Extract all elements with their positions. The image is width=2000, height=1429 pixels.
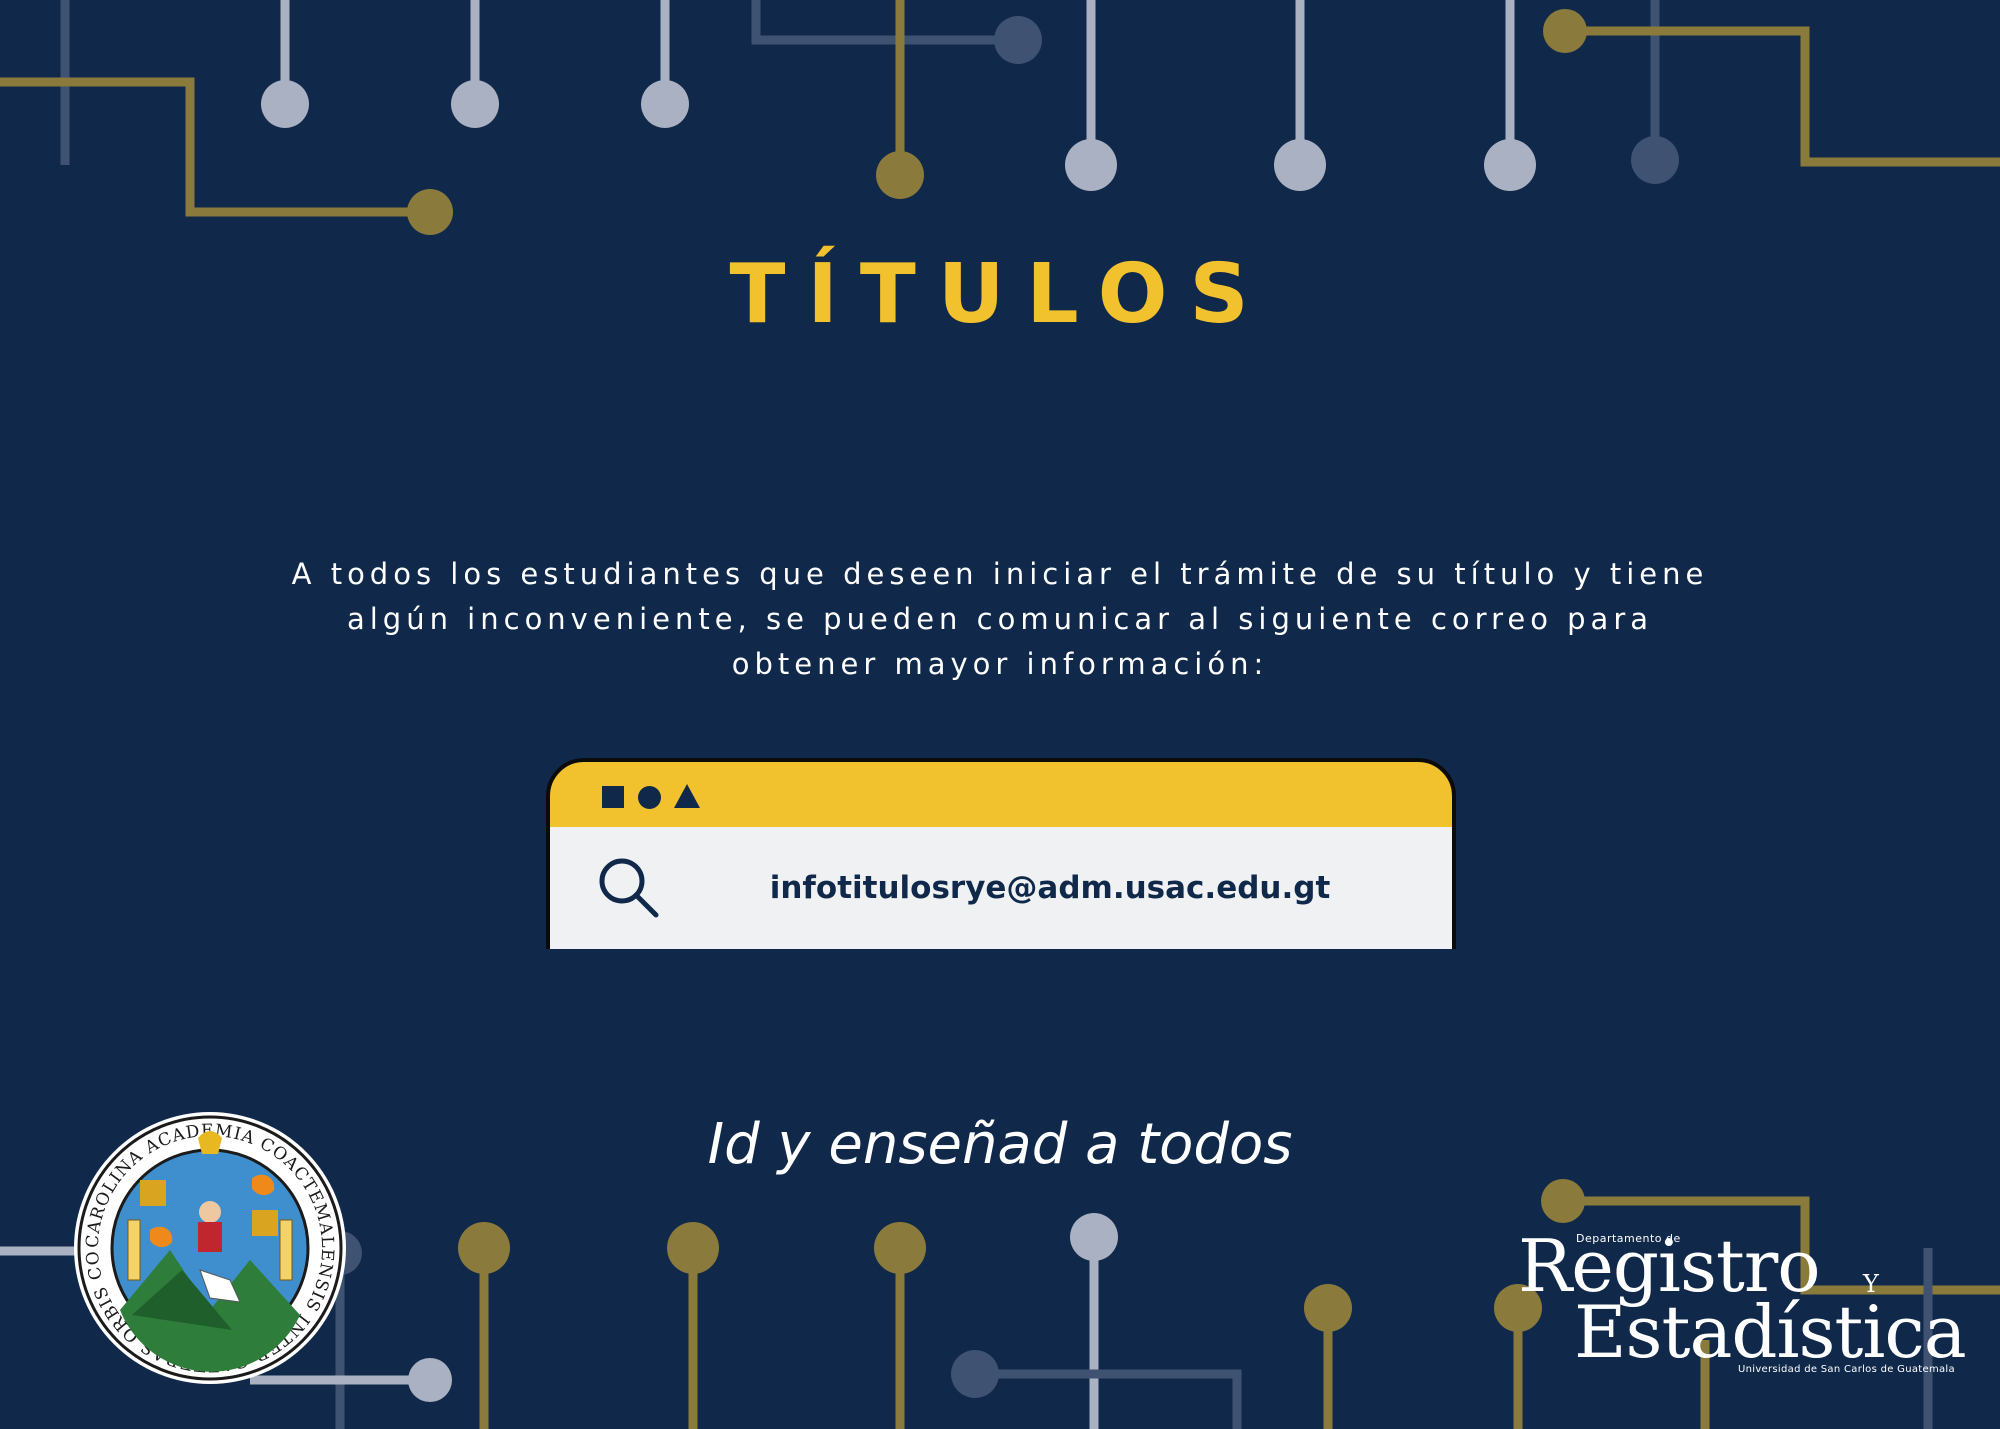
page-title: TÍTULOS <box>729 247 1271 342</box>
triangle-icon <box>674 784 700 808</box>
window-title-bar <box>546 758 1456 831</box>
search-field: infotitulosrye@adm.usac.edu.gt <box>546 827 1456 949</box>
university-seal: CAROLINA ACADEMIA COACTEMALENSIS INTER C… <box>72 1110 346 1384</box>
square-icon <box>602 786 624 808</box>
circle-icon <box>638 786 661 809</box>
dept-logo-estadistica: Estadística <box>1574 1290 1967 1374</box>
dept-logo-university: Universidad de San Carlos de Guatemala <box>1738 1364 1955 1375</box>
email-search-box: infotitulosrye@adm.usac.edu.gt <box>546 758 1456 951</box>
info-paragraph: A todos los estudiantes que deseen inici… <box>291 557 1709 681</box>
search-icon <box>599 858 659 918</box>
circuit-nodes-bottom <box>318 1179 1585 1402</box>
department-logo: Departamento de Registro Y Estadística U… <box>1518 1226 1967 1382</box>
contact-email: infotitulosrye@adm.usac.edu.gt <box>769 870 1331 906</box>
